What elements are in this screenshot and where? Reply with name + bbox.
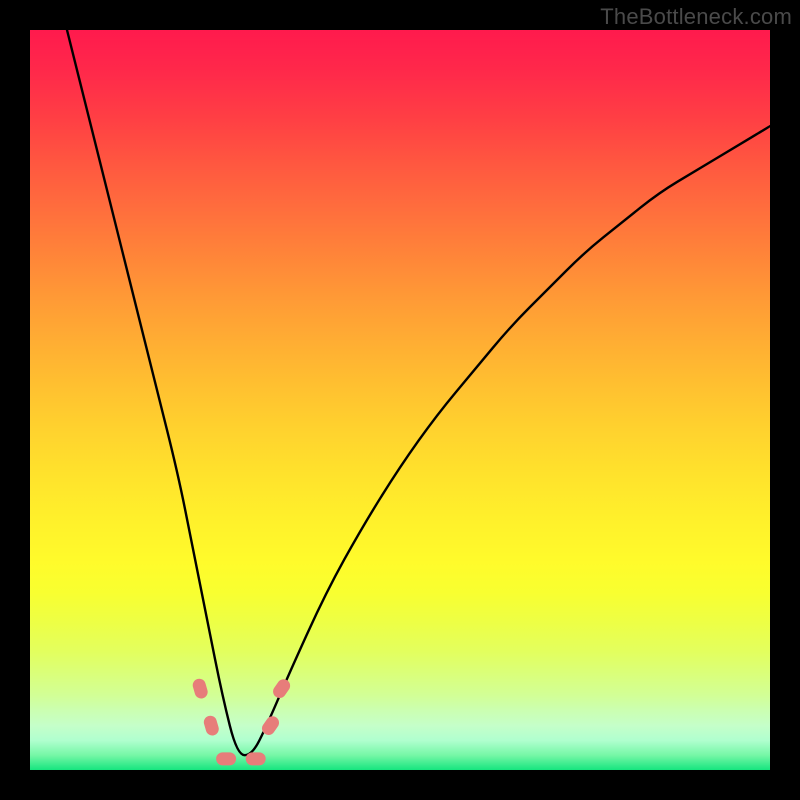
chart-frame: TheBottleneck.com [0, 0, 800, 800]
watermark-text: TheBottleneck.com [600, 4, 792, 30]
marker-right-2 [271, 677, 293, 701]
marker-left-2 [202, 714, 220, 737]
curve-layer [30, 30, 770, 770]
bottleneck-curve [67, 30, 770, 755]
marker-bottom-2 [246, 752, 266, 765]
marker-left-1 [191, 677, 209, 700]
markers-group [191, 677, 292, 766]
plot-area [30, 30, 770, 770]
marker-bottom-1 [216, 752, 236, 765]
